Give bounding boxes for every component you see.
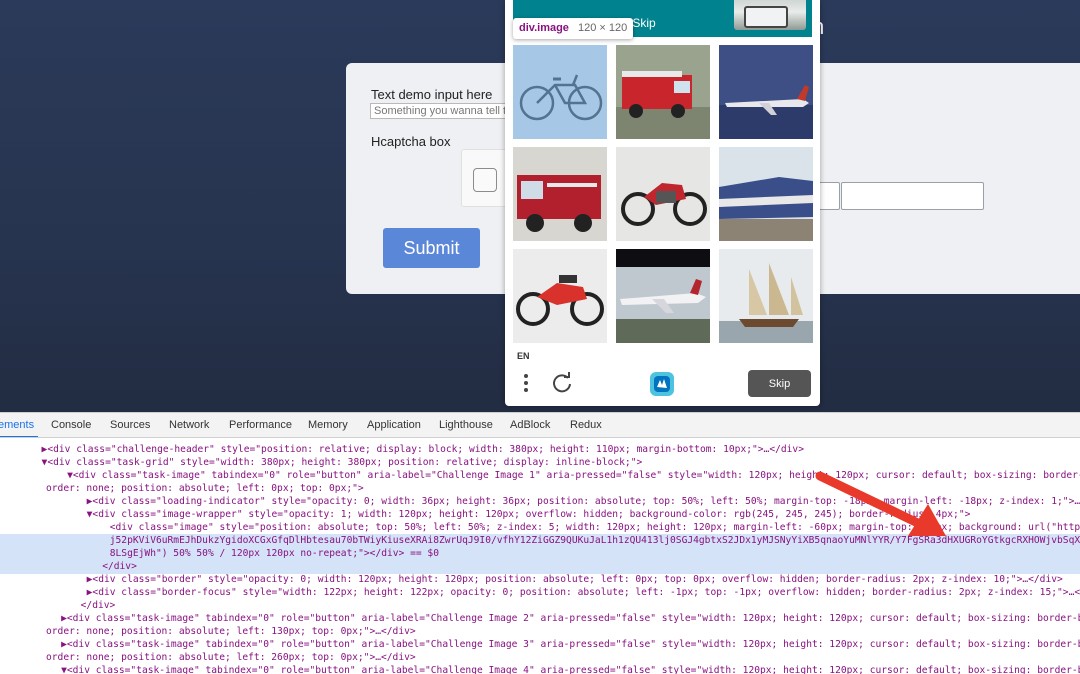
dom-node-line[interactable]: order: none; position: absolute; left: 2… <box>46 651 416 664</box>
task-image-train[interactable] <box>719 147 813 241</box>
task-image-airplane-2[interactable] <box>616 249 710 343</box>
airplane-picture <box>616 249 710 343</box>
dom-node-line[interactable]: order: none; position: absolute; left: 0… <box>46 482 364 495</box>
tooltip-dimensions: 120 × 120 <box>578 22 628 34</box>
tab-performance[interactable]: Performance <box>229 419 292 431</box>
text-demo-input[interactable]: Something you wanna tell th <box>370 103 510 119</box>
sailboat-picture <box>719 249 813 343</box>
hcaptcha-logo-icon <box>650 372 674 396</box>
fire-truck-picture <box>616 45 710 139</box>
dom-node-line[interactable]: order: none; position: absolute; left: 1… <box>46 625 416 638</box>
motorcycle-picture <box>616 147 710 241</box>
dom-node-line[interactable]: ▶<div class="border-focus" style="width:… <box>52 586 1080 599</box>
submit-button[interactable]: Submit <box>383 228 480 268</box>
task-image-motorcycle[interactable] <box>616 147 710 241</box>
dom-node-line[interactable]: ▼<div class="task-image" tabindex="0" ro… <box>38 664 1080 674</box>
skip-button[interactable]: Skip <box>748 370 811 397</box>
tab-elements[interactable]: ements <box>0 419 34 431</box>
dom-node-line[interactable]: </div> <box>56 560 137 573</box>
tooltip-tag: div.image <box>519 22 569 34</box>
devtools-panel: ements Console Sources Network Performan… <box>0 412 1080 674</box>
task-image-fire-truck-2[interactable] <box>513 147 607 241</box>
active-tab-underline <box>0 436 38 437</box>
tab-memory[interactable]: Memory <box>308 419 348 431</box>
hcaptcha-checkbox[interactable] <box>473 168 497 192</box>
dom-node-line[interactable]: ▼<div class="task-grid" style="width: 38… <box>30 456 643 469</box>
task-grid <box>513 45 813 343</box>
text-demo-label: Text demo input here <box>371 87 493 102</box>
tab-network[interactable]: Network <box>169 419 209 431</box>
dom-node-line[interactable]: ▶<div class="task-image" tabindex="0" ro… <box>38 638 1080 651</box>
dom-node-line[interactable]: ▶<div class="task-image" tabindex="0" ro… <box>38 612 1080 625</box>
tab-lighthouse[interactable]: Lighthouse <box>439 419 493 431</box>
fire-truck-picture <box>513 147 607 241</box>
task-image-sailboat[interactable] <box>719 249 813 343</box>
element-inspector-tooltip: div.image 120 × 120 <box>513 18 634 39</box>
bicycle-picture <box>513 45 607 139</box>
motorcycle-picture <box>513 249 607 343</box>
tab-application[interactable]: Application <box>367 419 421 431</box>
tab-redux[interactable]: Redux <box>570 419 602 431</box>
tab-adblock[interactable]: AdBlock <box>510 419 550 431</box>
task-image-motorcycle-2[interactable] <box>513 249 607 343</box>
dom-node-line-selected[interactable]: 8LSgEjWh") 50% 50% / 120px 120px no-repe… <box>52 547 439 560</box>
dom-node-line[interactable]: ▶<div class="challenge-header" style="po… <box>30 443 804 456</box>
tab-console[interactable]: Console <box>51 419 91 431</box>
refresh-icon[interactable] <box>551 372 573 394</box>
dom-node-line[interactable]: </div> <box>46 599 116 612</box>
dom-node-line[interactable]: ▶<div class="border" style="opacity: 0; … <box>52 573 1063 586</box>
challenge-sample-image <box>734 0 806 30</box>
textarea-right[interactable] <box>841 182 984 210</box>
language-selector[interactable]: EN <box>517 351 530 361</box>
devtools-tabbar: ements Console Sources Network Performan… <box>0 413 1080 438</box>
hcaptcha-label: Hcaptcha box <box>371 134 451 149</box>
tab-sources[interactable]: Sources <box>110 419 150 431</box>
train-picture <box>719 147 813 241</box>
task-image-airplane[interactable] <box>719 45 813 139</box>
airplane-picture <box>719 45 813 139</box>
task-image-bicycle[interactable] <box>513 45 607 139</box>
hcaptcha-challenge-popup: k Skip EN Skip <box>505 0 820 406</box>
task-image-fire-truck[interactable] <box>616 45 710 139</box>
annotation-arrow-icon <box>815 471 946 536</box>
menu-dots-icon[interactable] <box>523 372 529 394</box>
